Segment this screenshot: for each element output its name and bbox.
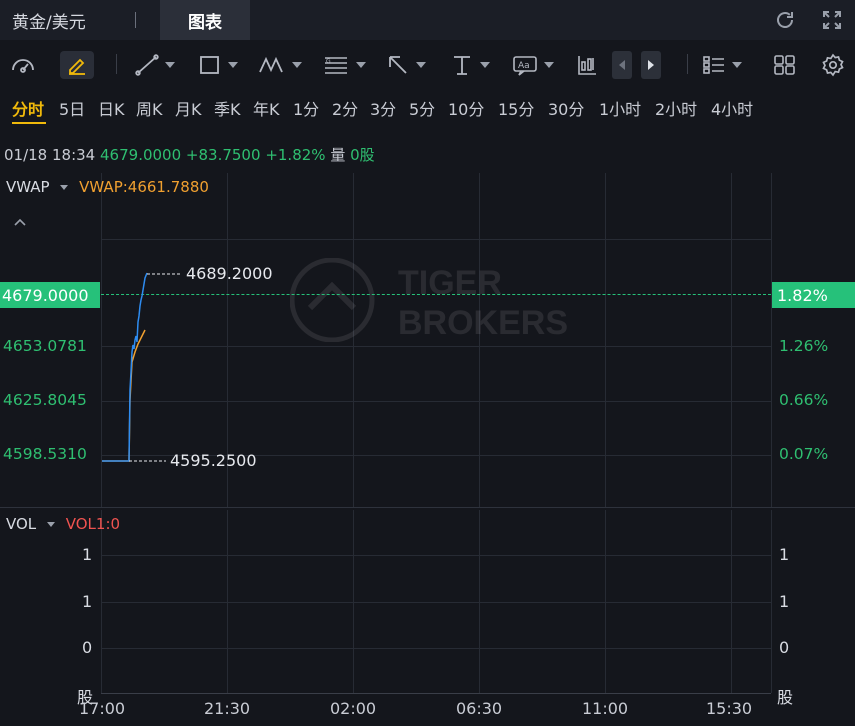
x-axis-label: 06:30: [456, 699, 503, 718]
x-axis-label: 02:00: [330, 699, 377, 718]
vol-axis-label: 1: [779, 545, 790, 564]
grid-vline: [771, 510, 772, 693]
vwap-line: [102, 329, 146, 462]
vol-axis-label: 1: [779, 592, 790, 611]
x-axis-label: 17:00: [79, 699, 126, 718]
high-label: 4689.2000: [186, 264, 273, 283]
grid-hline: [101, 648, 771, 649]
vol-value: VOL1:0: [65, 515, 121, 533]
vol-axis-unit: 股: [777, 688, 794, 707]
low-label: 4595.2500: [170, 451, 257, 470]
vol-dropdown-icon[interactable]: [46, 522, 55, 527]
vol-axis-label: 0: [779, 638, 790, 657]
grid-hline: [101, 555, 771, 556]
vol-axis-label: 0: [82, 638, 93, 657]
vol-indicator-label[interactable]: VOL VOL1:0: [6, 515, 120, 533]
vol-axis-label: 1: [82, 545, 93, 564]
price-series: [102, 272, 182, 462]
vol-axis-label: 1: [82, 592, 93, 611]
grid-hline: [101, 602, 771, 603]
vol-name: VOL: [6, 515, 37, 533]
price-line: [102, 272, 148, 462]
x-axis-label: 21:30: [204, 699, 251, 718]
x-axis-label: 11:00: [582, 699, 629, 718]
x-axis-line: [101, 693, 771, 694]
x-axis-label: 15:30: [706, 699, 753, 718]
